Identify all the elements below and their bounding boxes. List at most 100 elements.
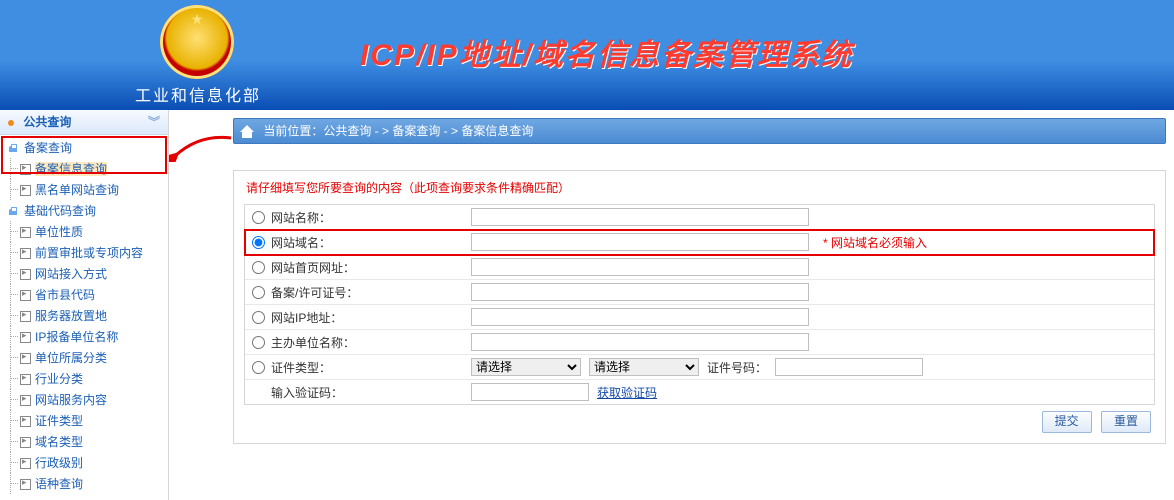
tree-node-icon xyxy=(20,248,31,259)
row-input-cell xyxy=(471,258,1154,276)
row-label: 证件类型： xyxy=(269,359,471,376)
form-instruction: 请仔细填写您所要查询的内容（此项查询要求条件精确匹配） xyxy=(246,179,1155,196)
form-rows: 网站名称：网站域名：* 网站域名必须输入网站首页网址：备案/许可证号：网站IP地… xyxy=(244,204,1155,405)
tree-node-icon xyxy=(20,311,31,322)
row-label: 网站域名： xyxy=(269,234,471,251)
form-row: 网站域名：* 网站域名必须输入 xyxy=(245,230,1154,255)
form-row: 备案/许可证号： xyxy=(245,280,1154,305)
main-content: 当前位置：公共查询 - > 备案查询 - > 备案信息查询 请仔细填写您所要查询… xyxy=(169,110,1174,500)
tree-node-icon xyxy=(20,374,31,385)
app-header: 工业和信息化部 ICP/IP地址/域名信息备案管理系统 xyxy=(0,0,1174,110)
row-label: 网站IP地址： xyxy=(269,309,471,326)
sidebar-subitem[interactable]: 行政级别 xyxy=(0,452,168,473)
row-radio[interactable] xyxy=(252,336,265,349)
text-input[interactable] xyxy=(471,258,809,276)
sidebar-subitem[interactable]: 省市县代码 xyxy=(0,284,168,305)
tree-node-icon xyxy=(20,458,31,469)
sidebar-subitem[interactable]: IP报备单位名称 xyxy=(0,326,168,347)
row-label: 备案/许可证号： xyxy=(269,284,471,301)
sidebar-item-label: 备案查询 xyxy=(24,141,72,155)
national-emblem-icon xyxy=(160,5,234,79)
row-radio[interactable] xyxy=(252,236,265,249)
ministry-label: 工业和信息化部 xyxy=(135,82,261,106)
sidebar: 公共查询 ︾ 备案查询备案信息查询黑名单网站查询基础代码查询单位性质前置审批或专… xyxy=(0,110,169,500)
row-label: 输入验证码： xyxy=(269,384,471,401)
submit-button[interactable]: 提交 xyxy=(1042,411,1092,433)
sidebar-item-label: 前置审批或专项内容 xyxy=(35,246,143,260)
get-captcha-link[interactable]: 获取验证码 xyxy=(597,384,657,401)
row-label: 网站名称： xyxy=(269,209,471,226)
sidebar-item-label: 省市县代码 xyxy=(35,288,95,302)
form-row: 网站首页网址： xyxy=(245,255,1154,280)
chevron-down-icon[interactable]: ︾ xyxy=(148,110,160,134)
tree-node-icon xyxy=(20,395,31,406)
sidebar-subitem[interactable]: 证件类型 xyxy=(0,410,168,431)
tree-node-icon xyxy=(20,164,31,175)
sidebar-subitem[interactable]: 行业分类 xyxy=(0,368,168,389)
page-title: ICP/IP地址/域名信息备案管理系统 xyxy=(360,30,853,74)
sidebar-item[interactable]: 基础代码查询 xyxy=(0,200,168,221)
query-form: 请仔细填写您所要查询的内容（此项查询要求条件精确匹配） 网站名称： 网站域名：* … xyxy=(233,170,1166,444)
sidebar-item-label: 基础代码查询 xyxy=(24,204,96,218)
sidebar-item[interactable]: 备案查询 xyxy=(0,137,168,158)
tree-node-icon xyxy=(20,227,31,238)
row-input-cell: 获取验证码 xyxy=(471,383,1154,401)
sidebar-subitem[interactable]: 单位所属分类 xyxy=(0,347,168,368)
sidebar-subitem[interactable]: 网站接入方式 xyxy=(0,263,168,284)
tree-node-icon xyxy=(20,437,31,448)
text-input[interactable] xyxy=(471,233,809,251)
folder-icon xyxy=(8,143,20,155)
sidebar-item-label: 证件类型 xyxy=(35,414,83,428)
sidebar-subitem[interactable]: 黑名单网站查询 xyxy=(0,179,168,200)
sidebar-group-header[interactable]: 公共查询 ︾ xyxy=(0,110,168,135)
sidebar-item-label: 语种查询 xyxy=(35,477,83,491)
sidebar-subitem[interactable]: 备案信息查询 xyxy=(0,158,168,179)
tree-node-icon xyxy=(20,479,31,490)
form-row: 证件类型：请选择请选择证件号码： xyxy=(245,355,1154,380)
text-input[interactable] xyxy=(471,283,809,301)
doc-id-label: 证件号码： xyxy=(707,359,767,376)
text-input[interactable] xyxy=(471,208,809,226)
sidebar-subitem[interactable]: 域名类型 xyxy=(0,431,168,452)
sidebar-item-label: 单位所属分类 xyxy=(35,351,107,365)
doc-type-select[interactable]: 请选择 xyxy=(471,358,581,376)
form-row: 网站IP地址： xyxy=(245,305,1154,330)
sidebar-item-label: IP报备单位名称 xyxy=(35,330,118,344)
tree-node-icon xyxy=(20,269,31,280)
sidebar-subitem[interactable]: 语种查询 xyxy=(0,473,168,494)
row-radio[interactable] xyxy=(252,286,265,299)
reset-button[interactable]: 重置 xyxy=(1101,411,1151,433)
sidebar-item-label: 单位性质 xyxy=(35,225,83,239)
sidebar-subitem[interactable]: 网站服务内容 xyxy=(0,389,168,410)
text-input[interactable] xyxy=(471,333,809,351)
sidebar-subitem[interactable]: 单位性质 xyxy=(0,221,168,242)
row-input-cell: * 网站域名必须输入 xyxy=(471,233,1154,251)
text-input[interactable] xyxy=(471,308,809,326)
home-icon xyxy=(240,125,254,139)
row-input-cell: 请选择请选择证件号码： xyxy=(471,358,1154,376)
annotation-arrow-icon xyxy=(169,132,233,162)
row-input-cell xyxy=(471,208,1154,226)
sidebar-subitem[interactable]: 前置审批或专项内容 xyxy=(0,242,168,263)
sidebar-subitem[interactable]: 服务器放置地 xyxy=(0,305,168,326)
row-radio[interactable] xyxy=(252,261,265,274)
doc-type-select[interactable]: 请选择 xyxy=(589,358,699,376)
row-input-cell xyxy=(471,308,1154,326)
sidebar-tree: 备案查询备案信息查询黑名单网站查询基础代码查询单位性质前置审批或专项内容网站接入… xyxy=(0,135,168,500)
tree-node-icon xyxy=(20,353,31,364)
row-radio[interactable] xyxy=(252,211,265,224)
bullet-icon xyxy=(8,120,14,126)
sidebar-item-label: 网站接入方式 xyxy=(35,267,107,281)
row-radio[interactable] xyxy=(252,311,265,324)
tree-node-icon xyxy=(20,185,31,196)
tree-node-icon xyxy=(20,332,31,343)
form-buttons: 提交 重置 xyxy=(244,405,1155,433)
row-radio[interactable] xyxy=(252,361,265,374)
form-row: 网站名称： xyxy=(245,205,1154,230)
doc-id-input[interactable] xyxy=(775,358,923,376)
sidebar-item-label: 黑名单网站查询 xyxy=(35,183,119,197)
captcha-input[interactable] xyxy=(471,383,589,401)
row-input-cell xyxy=(471,333,1154,351)
sidebar-item-label: 网站服务内容 xyxy=(35,393,107,407)
breadcrumb-text: 当前位置：公共查询 - > 备案查询 - > 备案信息查询 xyxy=(263,124,533,138)
